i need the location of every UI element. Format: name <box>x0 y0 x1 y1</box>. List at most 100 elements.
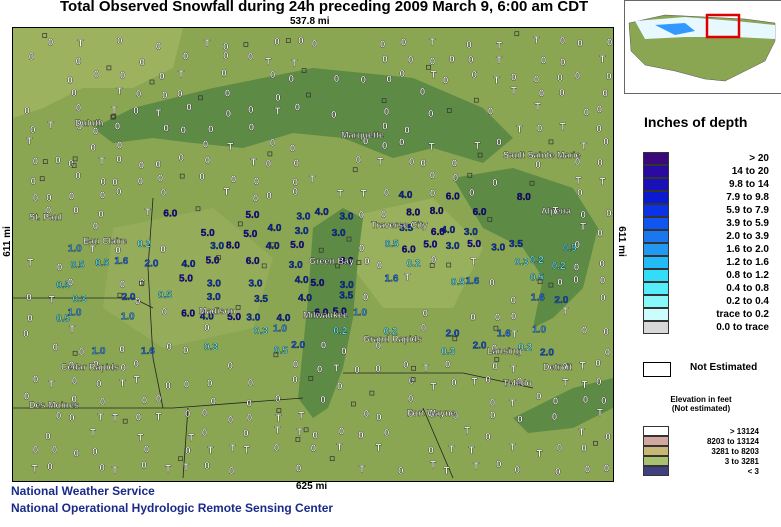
observation-value: 5.0 <box>423 239 437 250</box>
observation-value: 0 <box>248 52 254 63</box>
observation-value: T <box>599 55 605 66</box>
observation-value: 0 <box>116 154 122 165</box>
observation-value: T <box>376 443 382 454</box>
map-title: Total Observed Snowfall during 24h prece… <box>60 0 589 15</box>
legend-label: 0.8 to 1.2 <box>726 270 769 281</box>
observation-value: 0 <box>248 105 254 116</box>
observation-value: 0 <box>79 347 85 358</box>
observation-value: 0 <box>48 38 54 49</box>
observation-value: 4.0 <box>295 275 309 286</box>
observation-value: 0 <box>361 75 367 86</box>
legend-swatch <box>643 191 669 204</box>
observation-value: T <box>337 189 343 200</box>
observation-value: 0 <box>290 144 296 155</box>
observation-value: 0 <box>221 69 227 80</box>
legend-row: 3.9 to 5.9 <box>643 217 769 230</box>
observation-value: 0 <box>69 192 75 203</box>
observation-value: 0.2 <box>333 326 347 337</box>
observation-value: 4.0 <box>441 225 455 236</box>
elevation-swatch <box>643 436 669 446</box>
elevation-legend: > 13124 8203 to 13124 3281 to 8203 3 to 328… <box>643 426 759 476</box>
observation-value: 0 <box>380 39 386 50</box>
observation-value: 0 <box>90 143 96 154</box>
snowfall-map[interactable]: 0T00T000000T0TT000000000TT00000T00T0000T… <box>12 27 614 482</box>
observation-value: 0 <box>311 443 317 454</box>
observation-value: T <box>533 36 539 47</box>
observation-value: 0 <box>453 173 459 184</box>
observation-value: T <box>275 426 281 437</box>
observation-value: 0 <box>602 89 608 100</box>
observation-value: 0 <box>93 126 99 137</box>
legend-row: 0.8 to 1.2 <box>643 269 769 282</box>
observation-value: T <box>359 465 365 476</box>
observation-value: 0 <box>363 292 369 303</box>
observation-value: 0 <box>384 428 390 439</box>
observation-value: T <box>474 141 480 152</box>
legend-label: 0.2 to 0.4 <box>726 296 769 307</box>
observation-value: 0 <box>253 194 259 205</box>
observation-value: 0 <box>33 375 39 386</box>
observation-value: T <box>297 427 303 438</box>
observation-value: 1.6 <box>385 273 399 284</box>
observation-value: 0 <box>275 93 281 104</box>
overview-inset-map[interactable] <box>624 0 781 94</box>
observation-value: 0 <box>604 463 610 474</box>
elevation-title-line1: Elevation in feet <box>670 395 732 404</box>
observation-value: 0 <box>33 445 39 456</box>
observation-value: 0 <box>185 409 191 420</box>
observation-value: 2.0 <box>122 292 136 303</box>
observation-value: T <box>117 86 123 97</box>
observation-value: 0.2 <box>407 258 421 269</box>
city-label: Detroit <box>543 362 572 372</box>
observation-value: 0 <box>386 74 392 85</box>
observation-value: 0 <box>364 409 370 420</box>
observation-value: 0 <box>377 261 383 272</box>
observation-value: 0 <box>76 57 82 68</box>
observation-value: 0 <box>274 443 280 454</box>
observation-value: T <box>137 433 143 444</box>
observation-value: 0.5 <box>95 258 109 269</box>
observation-value: 0 <box>165 381 171 392</box>
observation-value: T <box>224 187 230 198</box>
observation-value: T <box>204 38 210 49</box>
observation-value: 0 <box>539 89 545 100</box>
observation-value: 0 <box>270 70 276 81</box>
observation-value: 0 <box>133 106 139 117</box>
observation-value: 0.3 <box>441 346 455 357</box>
observation-value: 0 <box>398 466 404 477</box>
snow-depth-legend: > 20 14 to 20 9.8 to 14 7.9 to 9.8 5.9 to 7.… <box>643 152 769 334</box>
observation-value: 4.0 <box>399 190 413 201</box>
observation-value: 0 <box>99 463 105 474</box>
observation-value: T <box>429 142 435 153</box>
observation-value: 0 <box>55 155 61 166</box>
observation-value: 0 <box>119 344 125 355</box>
observation-value: 0 <box>298 36 304 47</box>
observation-value: 0 <box>597 158 603 169</box>
observation-value: 0 <box>243 429 249 440</box>
legend-swatch <box>643 256 669 269</box>
observation-value: 0 <box>421 323 427 334</box>
legend-row: trace to 0.2 <box>643 308 769 321</box>
observation-value: 0 <box>121 363 127 374</box>
observation-value: 0 <box>490 398 496 409</box>
observation-value: T <box>496 55 502 66</box>
observation-value: 0 <box>53 342 59 353</box>
observation-value: 0 <box>582 325 588 336</box>
observation-value: T <box>227 142 233 153</box>
observation-value: 0 <box>199 172 205 183</box>
observation-value: 0 <box>223 51 229 62</box>
observation-value: 5.0 <box>243 229 257 240</box>
observation-value: T <box>32 464 38 475</box>
observation-value: 0 <box>490 410 496 421</box>
observation-value: 1.6 <box>465 276 479 287</box>
observation-value: 3.0 <box>340 211 354 222</box>
observation-value: 3.0 <box>289 260 303 271</box>
legend-label: 1.6 to 2.0 <box>726 244 769 255</box>
observation-value: 0 <box>163 124 169 135</box>
observation-value: 0 <box>359 243 365 254</box>
observation-value: 0 <box>69 413 75 424</box>
observation-value: T <box>562 306 568 317</box>
observation-value: 0 <box>559 88 565 99</box>
observation-value: 5.0 <box>311 278 325 289</box>
observation-value: T <box>511 86 517 97</box>
